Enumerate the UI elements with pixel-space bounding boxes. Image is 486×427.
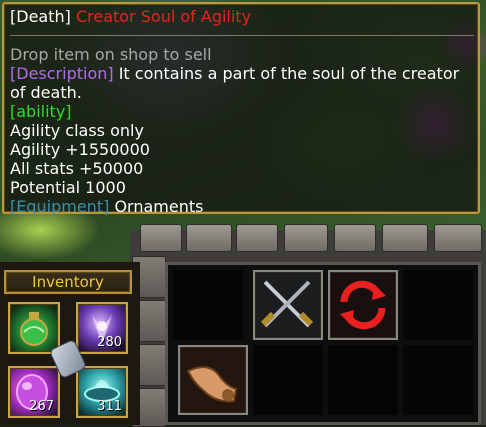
stat-line: Potential 1000 [10, 178, 126, 197]
hand-holding-item-icon [186, 366, 238, 403]
shop-slot-empty[interactable] [403, 270, 473, 340]
item-stack-count: 311 [97, 399, 122, 414]
stat-line: Agility +1550000 [10, 140, 150, 159]
item-tooltip: [Death] Creator Soul of Agility Drop ite… [2, 2, 480, 216]
wall-merlon [434, 224, 482, 252]
shop-item-grid [165, 262, 481, 425]
shop-slot-empty[interactable] [253, 345, 323, 415]
inventory-slot-3[interactable]: 267 [8, 366, 60, 418]
item-category-tag: [Death] [10, 7, 71, 26]
tooltip-body: Drop item on shop to sell [Description] … [10, 45, 476, 216]
tooltip-divider [10, 35, 474, 36]
crossed-swords-icon [260, 280, 314, 328]
shop-slot-refresh[interactable] [328, 270, 398, 340]
shop-slot-hand[interactable] [178, 345, 248, 415]
equipment-tag: [Equipment] [10, 197, 110, 216]
green-potion-icon [20, 312, 48, 346]
sell-hint: Drop item on shop to sell [10, 45, 212, 64]
description-line: [Description] It contains a part of the … [10, 64, 476, 102]
wall-merlon [382, 224, 428, 252]
wall-merlon [284, 224, 328, 252]
tooltip-title: [Death] Creator Soul of Agility [10, 7, 251, 27]
wall-merlon [236, 224, 278, 252]
inventory-title: Inventory [4, 270, 132, 294]
inventory-slot-4[interactable]: 311 [76, 366, 128, 418]
wall-merlon [140, 224, 182, 252]
shop-slot-empty[interactable] [328, 345, 398, 415]
equipment-line: [Equipment] Ornaments [10, 197, 476, 216]
description-tag: [Description] [10, 64, 114, 83]
item-stack-count: 280 [97, 335, 122, 350]
shop-slot-empty[interactable] [403, 345, 473, 415]
stat-line: All stats +50000 [10, 159, 144, 178]
red-refresh-icon [340, 280, 386, 330]
wall-merlon [334, 224, 376, 252]
item-name: Creator Soul of Agility [75, 7, 252, 26]
item-stack-count: 267 [29, 399, 54, 414]
ability-tag: [ability] [10, 102, 72, 121]
equipment-type: Ornaments [114, 197, 204, 216]
inventory-slot-1[interactable] [8, 302, 60, 354]
wall-merlon [186, 224, 232, 252]
inventory-slot-2[interactable]: 280 [76, 302, 128, 354]
shop-slot-swords[interactable] [253, 270, 323, 340]
shop-slot-empty[interactable] [173, 270, 243, 340]
stat-line: Agility class only [10, 121, 144, 140]
